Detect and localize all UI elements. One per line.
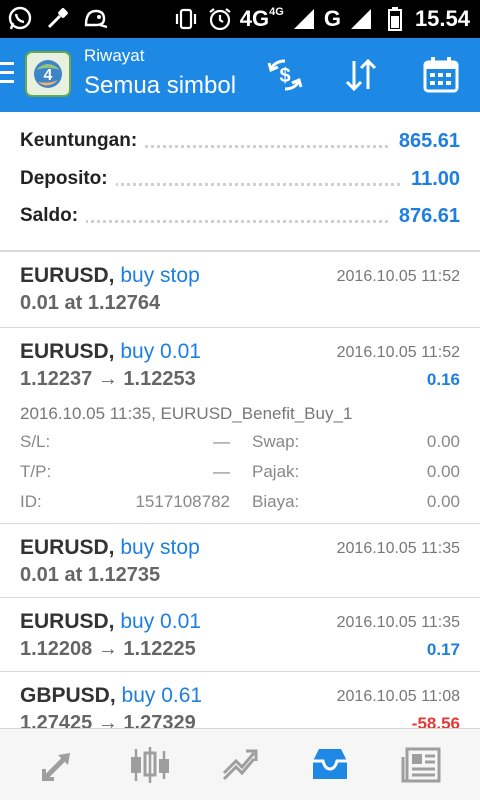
order-price: 0.01 at 1.12735 [20, 564, 161, 586]
swap-value: 0.00 [426, 432, 460, 451]
sl-label: S/L: [20, 432, 51, 451]
metatrader-logo-icon[interactable]: 4 [24, 50, 72, 98]
order-symbol: EURUSD, buy 0.01 [20, 610, 201, 633]
battery-icon [381, 5, 409, 33]
summary-row-deposit: Deposito: 11.00 [20, 168, 460, 198]
order-symbol: GBPUSD, buy 0.61 [20, 684, 203, 707]
summary-label: Deposito: [20, 168, 116, 190]
list-item[interactable]: EURUSD, buy stop 2016.10.05 11:52 0.01 a… [0, 252, 480, 328]
signal-icon [290, 5, 318, 33]
id-value: 1517108782 [135, 492, 230, 511]
summary-value: 11.00 [403, 168, 460, 191]
order-profit: -58.56 [411, 714, 460, 728]
currency-exchange-icon[interactable]: $ [262, 52, 308, 98]
bottom-navigation [0, 728, 480, 800]
swap-label: Swap: [252, 432, 300, 451]
network-type-label-2: G [323, 6, 341, 31]
network-type-label: 4G4G [239, 6, 284, 31]
list-item-expanded[interactable]: EURUSD, buy 0.01 2016.10.05 11:52 1.1223… [0, 328, 480, 524]
summary-row-balance: Saldo: 876.61 [20, 205, 460, 235]
signal-icon-2 [347, 5, 375, 33]
svg-text:$: $ [279, 65, 290, 87]
list-item[interactable]: EURUSD, buy stop 2016.10.05 11:35 0.01 a… [0, 524, 480, 598]
uc-browser-icon [82, 4, 110, 32]
order-time: 2016.10.05 11:08 [336, 688, 460, 705]
order-symbol: EURUSD, buy 0.01 [20, 340, 201, 363]
summary-row-profit: Keuntungan: 865.61 [20, 130, 460, 160]
chart-candles-icon[interactable] [124, 739, 176, 791]
order-symbol: EURUSD, buy stop [20, 264, 200, 287]
summary-value: 865.61 [390, 130, 460, 153]
order-price: 1.27425 → 1.27329 [20, 712, 196, 728]
alarm-icon [206, 5, 234, 33]
order-symbol: EURUSD, buy stop [20, 536, 200, 559]
summary-value: 876.61 [390, 205, 460, 228]
tax-value: 0.00 [426, 462, 460, 481]
list-item[interactable]: GBPUSD, buy 0.61 2016.10.05 11:08 1.2742… [0, 672, 480, 728]
screen-subtitle: Riwayat [84, 46, 145, 65]
fee-value: 0.00 [426, 492, 460, 511]
vibrate-icon [172, 5, 200, 33]
sort-icon[interactable] [338, 52, 384, 98]
eyedropper-icon [44, 4, 72, 32]
trend-icon[interactable] [214, 739, 266, 791]
calendar-icon[interactable] [418, 52, 464, 98]
order-time: 2016.10.05 11:52 [336, 344, 460, 361]
list-item[interactable]: EURUSD, buy 0.01 2016.10.05 11:35 1.1220… [0, 598, 480, 672]
summary-label: Saldo: [20, 205, 87, 227]
whatsapp-icon [6, 4, 34, 32]
menu-icon[interactable] [0, 60, 18, 90]
screen-title[interactable]: Semua simbol [84, 72, 236, 100]
svg-text:4: 4 [44, 67, 53, 84]
tax-label: Pajak: [252, 462, 300, 481]
sl-value: — [213, 432, 230, 451]
summary-label: Keuntungan: [20, 130, 146, 152]
order-price: 0.01 at 1.12764 [20, 292, 161, 314]
order-price: 1.12237 → 1.12253 [20, 368, 196, 390]
order-profit: 0.17 [426, 640, 460, 659]
order-profit: 0.16 [426, 370, 460, 389]
history-list[interactable]: EURUSD, buy stop 2016.10.05 11:52 0.01 a… [0, 252, 480, 728]
news-icon[interactable] [396, 739, 448, 791]
status-bar: 4G4G G 15.54 [0, 0, 480, 38]
order-comment: 2016.10.05 11:35, EURUSD_Benefit_Buy_1 [20, 404, 353, 423]
tp-label: T/P: [20, 462, 52, 481]
tp-value: — [213, 462, 230, 481]
trade-icon[interactable] [32, 739, 84, 791]
fee-label: Biaya: [252, 492, 300, 511]
history-inbox-icon[interactable] [304, 739, 356, 791]
order-price: 1.12208 → 1.12225 [20, 638, 196, 660]
account-summary: Keuntungan: 865.61 Deposito: 11.00 Saldo… [0, 112, 480, 252]
app-bar: 4 Riwayat Semua simbol $ [0, 38, 480, 112]
order-time: 2016.10.05 11:35 [336, 614, 460, 631]
clock-time: 15.54 [414, 6, 470, 31]
order-time: 2016.10.05 11:52 [336, 268, 460, 285]
id-label: ID: [20, 492, 42, 511]
order-time: 2016.10.05 11:35 [336, 540, 460, 557]
